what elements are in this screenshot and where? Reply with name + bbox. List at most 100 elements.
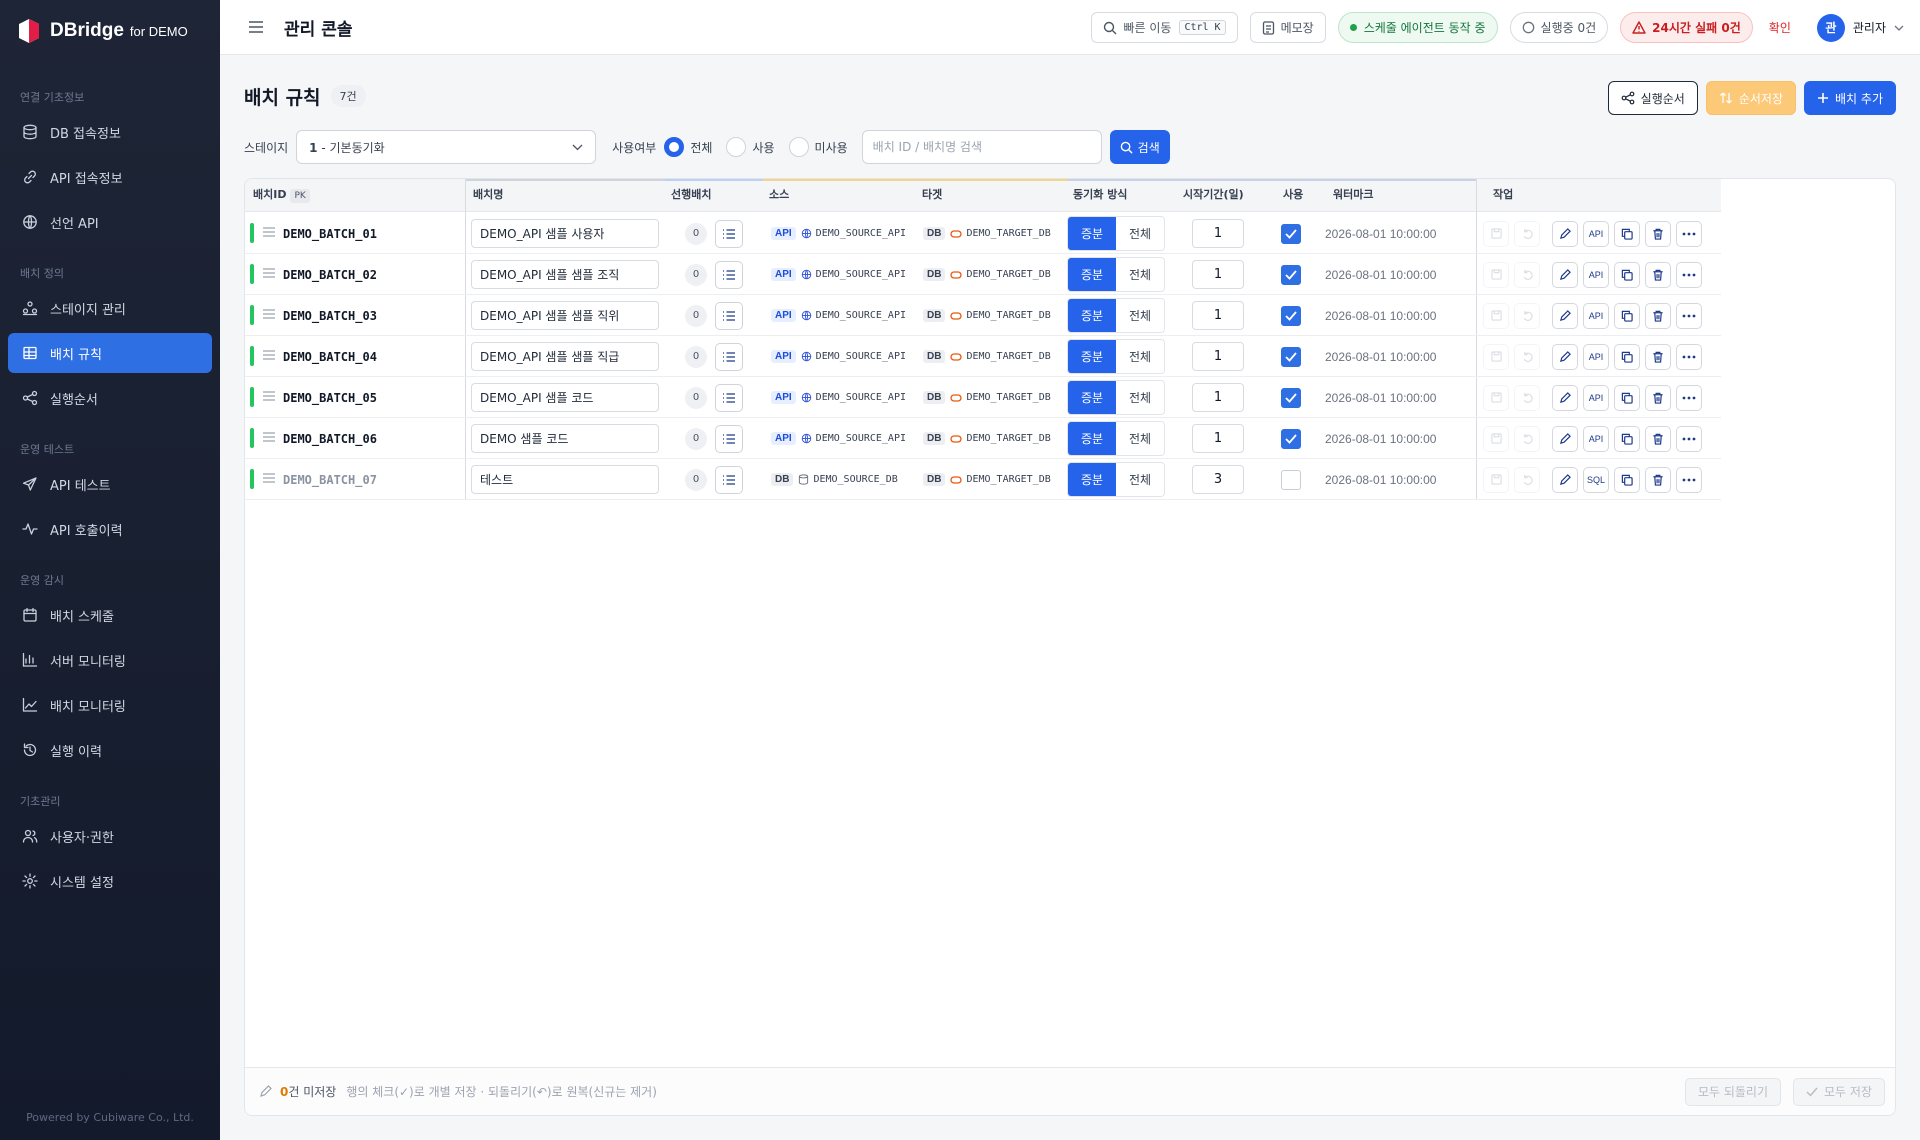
copy-button[interactable] bbox=[1614, 425, 1640, 452]
pre-batch-list-button[interactable] bbox=[715, 301, 743, 330]
quick-nav-button[interactable]: 빠른 이동 Ctrl K bbox=[1091, 12, 1238, 43]
sql-button[interactable]: SQL bbox=[1583, 466, 1609, 493]
more-button[interactable] bbox=[1676, 384, 1702, 411]
save-row-button[interactable] bbox=[1483, 220, 1509, 247]
user-menu[interactable]: 관 관리자 bbox=[1816, 13, 1904, 42]
batch-name-input[interactable] bbox=[471, 383, 659, 412]
use-filter-radio[interactable]: 전체 bbox=[664, 137, 712, 157]
copy-button[interactable] bbox=[1614, 466, 1640, 493]
revert-row-button[interactable] bbox=[1514, 384, 1540, 411]
add-batch-button[interactable]: 배치 추가 bbox=[1804, 81, 1896, 115]
api-button[interactable]: API bbox=[1583, 261, 1609, 288]
delete-button[interactable] bbox=[1645, 220, 1671, 247]
revert-row-button[interactable] bbox=[1514, 466, 1540, 493]
sidebar-item[interactable]: 시스템 설정 bbox=[8, 861, 212, 901]
sidebar-item[interactable]: 스테이지 관리 bbox=[8, 288, 212, 328]
sync-incremental-option[interactable]: 증분 bbox=[1068, 217, 1116, 250]
more-button[interactable] bbox=[1676, 261, 1702, 288]
delete-button[interactable] bbox=[1645, 261, 1671, 288]
use-checkbox[interactable] bbox=[1281, 346, 1301, 367]
use-checkbox[interactable] bbox=[1281, 223, 1301, 244]
sync-incremental-option[interactable]: 증분 bbox=[1068, 340, 1116, 373]
sidebar-item[interactable]: API 호출이력 bbox=[8, 509, 212, 549]
sidebar-item[interactable]: 실행 이력 bbox=[8, 730, 212, 770]
sidebar-item[interactable]: 배치 모니터링 bbox=[8, 685, 212, 725]
sync-incremental-option[interactable]: 증분 bbox=[1068, 381, 1116, 414]
sidebar-item[interactable]: 서버 모니터링 bbox=[8, 640, 212, 680]
use-checkbox[interactable] bbox=[1281, 387, 1301, 408]
api-button[interactable]: API bbox=[1583, 425, 1609, 452]
stage-select[interactable]: 1 - 기본동기화 bbox=[296, 130, 597, 164]
drag-handle-icon[interactable] bbox=[263, 350, 275, 360]
batch-name-input[interactable] bbox=[471, 219, 659, 248]
pre-batch-list-button[interactable] bbox=[715, 465, 743, 494]
delete-button[interactable] bbox=[1645, 343, 1671, 370]
copy-button[interactable] bbox=[1614, 384, 1640, 411]
more-button[interactable] bbox=[1676, 425, 1702, 452]
edit-button[interactable] bbox=[1552, 384, 1578, 411]
pre-batch-list-button[interactable] bbox=[715, 219, 743, 248]
sync-incremental-option[interactable]: 증분 bbox=[1068, 422, 1116, 455]
use-filter-radio[interactable]: 미사용 bbox=[788, 137, 848, 157]
api-button[interactable]: API bbox=[1583, 302, 1609, 329]
api-button[interactable]: API bbox=[1583, 384, 1609, 411]
sync-full-option[interactable]: 전체 bbox=[1116, 422, 1164, 455]
sidebar-item[interactable]: API 접속정보 bbox=[8, 157, 212, 197]
sync-incremental-option[interactable]: 증분 bbox=[1068, 299, 1116, 332]
confirm-link[interactable]: 확인 bbox=[1769, 19, 1791, 36]
more-button[interactable] bbox=[1676, 302, 1702, 329]
use-checkbox[interactable] bbox=[1281, 469, 1301, 490]
search-input[interactable] bbox=[861, 130, 1102, 164]
drag-handle-icon[interactable] bbox=[263, 268, 275, 278]
agent-status-badge[interactable]: 스케줄 에이전트 동작 중 bbox=[1337, 12, 1498, 43]
batch-name-input[interactable] bbox=[471, 424, 659, 453]
revert-row-button[interactable] bbox=[1514, 261, 1540, 288]
copy-button[interactable] bbox=[1614, 302, 1640, 329]
sync-full-option[interactable]: 전체 bbox=[1116, 463, 1164, 496]
batch-name-input[interactable] bbox=[471, 301, 659, 330]
copy-button[interactable] bbox=[1614, 261, 1640, 288]
start-days-input[interactable] bbox=[1192, 219, 1244, 248]
sync-full-option[interactable]: 전체 bbox=[1116, 381, 1164, 414]
sync-full-option[interactable]: 전체 bbox=[1116, 340, 1164, 373]
edit-button[interactable] bbox=[1552, 220, 1578, 247]
use-checkbox[interactable] bbox=[1281, 305, 1301, 326]
revert-row-button[interactable] bbox=[1514, 302, 1540, 329]
save-row-button[interactable] bbox=[1483, 343, 1509, 370]
use-filter-radio[interactable]: 사용 bbox=[726, 137, 775, 157]
pre-batch-list-button[interactable] bbox=[715, 383, 743, 412]
start-days-input[interactable] bbox=[1192, 301, 1244, 330]
save-all-button[interactable]: 모두 저장 bbox=[1793, 1077, 1885, 1106]
batch-name-input[interactable] bbox=[471, 342, 659, 371]
sync-incremental-option[interactable]: 증분 bbox=[1068, 463, 1116, 496]
start-days-input[interactable] bbox=[1192, 424, 1244, 453]
pre-batch-list-button[interactable] bbox=[715, 424, 743, 453]
brand[interactable]: DBridge for DEMO bbox=[0, 0, 220, 62]
memo-button[interactable]: 메모장 bbox=[1249, 12, 1326, 43]
save-row-button[interactable] bbox=[1483, 302, 1509, 329]
start-days-input[interactable] bbox=[1192, 383, 1244, 412]
sidebar-item[interactable]: 선언 API bbox=[8, 202, 212, 242]
save-order-button[interactable]: 순서저장 bbox=[1705, 81, 1797, 115]
save-row-button[interactable] bbox=[1483, 261, 1509, 288]
edit-button[interactable] bbox=[1552, 302, 1578, 329]
failure-badge[interactable]: 24시간 실패 0건 bbox=[1620, 12, 1753, 43]
sidebar-item[interactable]: 배치 스케줄 bbox=[8, 595, 212, 635]
search-button[interactable]: 검색 bbox=[1109, 130, 1170, 164]
more-button[interactable] bbox=[1676, 466, 1702, 493]
sidebar-item[interactable]: 배치 규칙 bbox=[8, 333, 212, 373]
delete-button[interactable] bbox=[1645, 466, 1671, 493]
sidebar-item[interactable]: 사용자·권한 bbox=[8, 816, 212, 856]
running-badge[interactable]: 실행중 0건 bbox=[1509, 12, 1609, 43]
delete-button[interactable] bbox=[1645, 425, 1671, 452]
menu-toggle-icon[interactable] bbox=[248, 20, 264, 34]
sync-full-option[interactable]: 전체 bbox=[1116, 217, 1164, 250]
sync-full-option[interactable]: 전체 bbox=[1116, 299, 1164, 332]
copy-button[interactable] bbox=[1614, 220, 1640, 247]
drag-handle-icon[interactable] bbox=[263, 227, 275, 237]
drag-handle-icon[interactable] bbox=[263, 309, 275, 319]
revert-row-button[interactable] bbox=[1514, 343, 1540, 370]
start-days-input[interactable] bbox=[1192, 260, 1244, 289]
sync-incremental-option[interactable]: 증분 bbox=[1068, 258, 1116, 291]
start-days-input[interactable] bbox=[1192, 465, 1244, 494]
